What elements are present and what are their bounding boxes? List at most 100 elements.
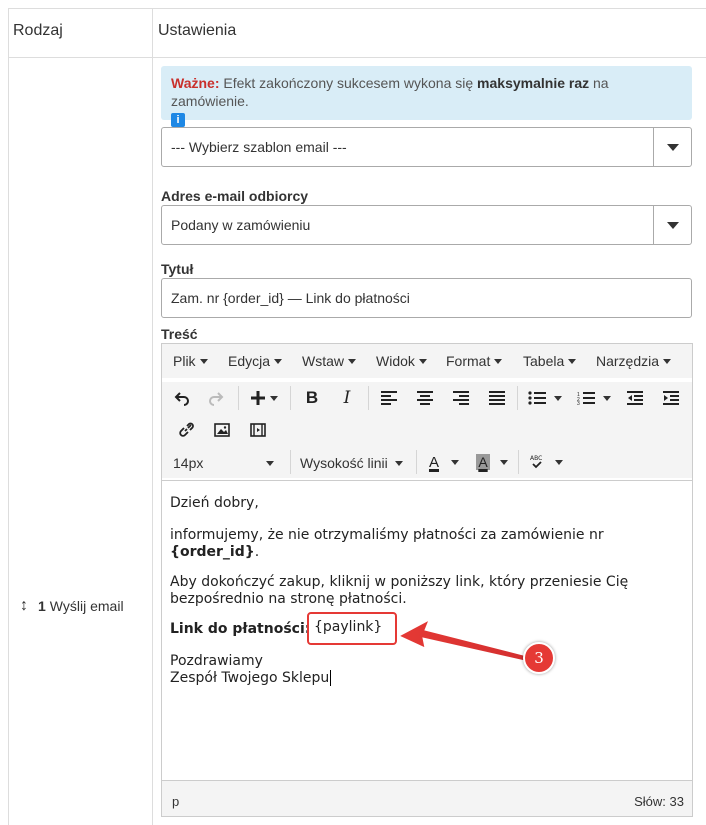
editor-toolbar-row-1: B I 123	[162, 382, 692, 414]
outdent-button[interactable]	[623, 386, 647, 410]
outdent-icon	[627, 391, 643, 405]
indent-icon	[663, 391, 679, 405]
media-icon	[250, 423, 266, 437]
spellcheck-button[interactable]: ABC	[526, 450, 566, 474]
title-input[interactable]: Zam. nr {order_id} — Link do płatności	[161, 278, 692, 318]
column-header-settings: Ustawienia	[158, 22, 237, 39]
menu-view[interactable]: Widok	[376, 353, 427, 369]
email-template-select[interactable]: --- Wybierz szablon email ---	[161, 127, 692, 167]
caret-down-icon	[499, 459, 508, 465]
alert-text-1: Efekt zakończony sukcesem wykona się	[223, 75, 474, 91]
alert-prefix: Ważne:	[171, 75, 220, 91]
content-paragraph-instructions: Aby dokończyć zakup, kliknij w poniższy …	[170, 574, 629, 607]
action-number: 1	[38, 598, 46, 614]
font-size-value: 14px	[173, 455, 204, 471]
chevron-down-icon	[667, 144, 679, 151]
caret-down-icon	[418, 358, 427, 364]
editor-toolbar-row-3: 14px Wysokość linii A A ABC	[162, 446, 692, 478]
image-icon	[214, 423, 230, 437]
background-color-button[interactable]: A	[472, 450, 512, 474]
link-button[interactable]	[174, 418, 198, 442]
email-template-dropdown-button[interactable]	[653, 128, 691, 166]
text-color-button[interactable]: A	[424, 450, 464, 474]
numbered-list-button[interactable]: 123	[574, 386, 614, 410]
column-header-type: Rodzaj	[13, 22, 63, 39]
editor-toolbar-row-2	[162, 414, 692, 446]
menu-tools[interactable]: Narzędzia	[596, 353, 672, 369]
action-name: Wyślij email	[49, 598, 124, 614]
menu-table-label: Tabela	[523, 353, 565, 369]
table-top-border	[8, 8, 706, 9]
indent-button[interactable]	[659, 386, 683, 410]
menu-edit-label: Edycja	[228, 353, 271, 369]
action-row-label[interactable]: ↕ 1 Wyślij email	[20, 597, 124, 615]
insert-button[interactable]	[246, 386, 282, 410]
link-icon	[179, 422, 194, 437]
recipient-label: Adres e-mail odbiorcy	[161, 188, 309, 204]
align-right-button[interactable]	[449, 386, 473, 410]
toolbar-separator	[290, 450, 291, 474]
recipient-select[interactable]: Podany w zamówieniu	[161, 205, 692, 245]
bold-button[interactable]: B	[300, 386, 324, 410]
content-closing-line-1: Pozdrawiamy	[170, 653, 263, 669]
content-label: Treść	[161, 326, 198, 342]
menu-file-label: Plik	[173, 353, 196, 369]
align-center-icon	[417, 391, 433, 405]
menu-insert[interactable]: Wstaw	[302, 353, 356, 369]
spellcheck-icon: ABC	[530, 455, 542, 469]
toolbar-separator	[238, 386, 239, 410]
align-center-button[interactable]	[413, 386, 437, 410]
toolbar-separator	[416, 450, 417, 474]
text-color-icon: A	[428, 453, 439, 471]
caret-down-icon	[199, 358, 208, 364]
annotation-arrow	[397, 618, 528, 662]
redo-button[interactable]	[204, 386, 228, 410]
recipient-value: Podany w zamówieniu	[171, 217, 311, 233]
content-paylink-placeholder: {paylink}	[314, 619, 383, 635]
redo-icon	[209, 392, 224, 406]
caret-down-icon	[266, 461, 274, 466]
element-path[interactable]: p	[172, 794, 179, 809]
table-header-divider	[8, 57, 706, 58]
italic-button[interactable]: I	[335, 386, 359, 410]
annotation-step-badge: 3	[523, 642, 555, 674]
drag-handle-icon[interactable]: ↕	[20, 597, 28, 615]
undo-button[interactable]	[170, 386, 194, 410]
bullet-list-button[interactable]	[525, 386, 565, 410]
rich-text-editor: Plik Edycja Wstaw Widok Format Tabela Na…	[161, 343, 693, 817]
word-count: Słów: 33	[634, 794, 684, 809]
caret-down-icon	[554, 395, 562, 401]
menu-view-label: Widok	[376, 353, 415, 369]
content-info-end: .	[254, 544, 260, 560]
content-closing-line-2: Zespół Twojego Sklepu	[170, 670, 330, 686]
caret-down-icon	[451, 459, 459, 465]
recipient-dropdown-button[interactable]	[653, 206, 691, 244]
menu-file[interactable]: Plik	[173, 353, 208, 369]
content-paragraph-greeting: Dzień dobry,	[170, 495, 259, 511]
caret-down-icon	[494, 358, 503, 364]
plus-icon	[251, 391, 265, 405]
media-button[interactable]	[246, 418, 270, 442]
menu-format[interactable]: Format	[446, 353, 503, 369]
content-paragraph-info: informujemy, że nie otrzymaliśmy płatnoś…	[170, 527, 670, 561]
image-button[interactable]	[210, 418, 234, 442]
menu-table[interactable]: Tabela	[523, 353, 577, 369]
table-left-border	[8, 8, 9, 825]
font-size-select[interactable]: 14px	[162, 446, 282, 478]
caret-down-icon	[568, 358, 577, 364]
title-label: Tytuł	[161, 261, 194, 277]
caret-down-icon	[395, 461, 403, 466]
text-cursor	[330, 670, 332, 686]
menu-edit[interactable]: Edycja	[228, 353, 283, 369]
align-left-button[interactable]	[377, 386, 401, 410]
align-justify-button[interactable]	[485, 386, 509, 410]
bold-icon: B	[305, 388, 319, 407]
caret-down-icon	[270, 395, 278, 401]
undo-icon	[174, 392, 189, 406]
menu-insert-label: Wstaw	[302, 353, 344, 369]
info-icon[interactable]: i	[171, 113, 185, 128]
table-column-divider	[152, 8, 153, 825]
menu-format-label: Format	[446, 353, 491, 369]
line-height-label: Wysokość linii	[300, 455, 388, 471]
line-height-select[interactable]: Wysokość linii	[298, 446, 410, 478]
